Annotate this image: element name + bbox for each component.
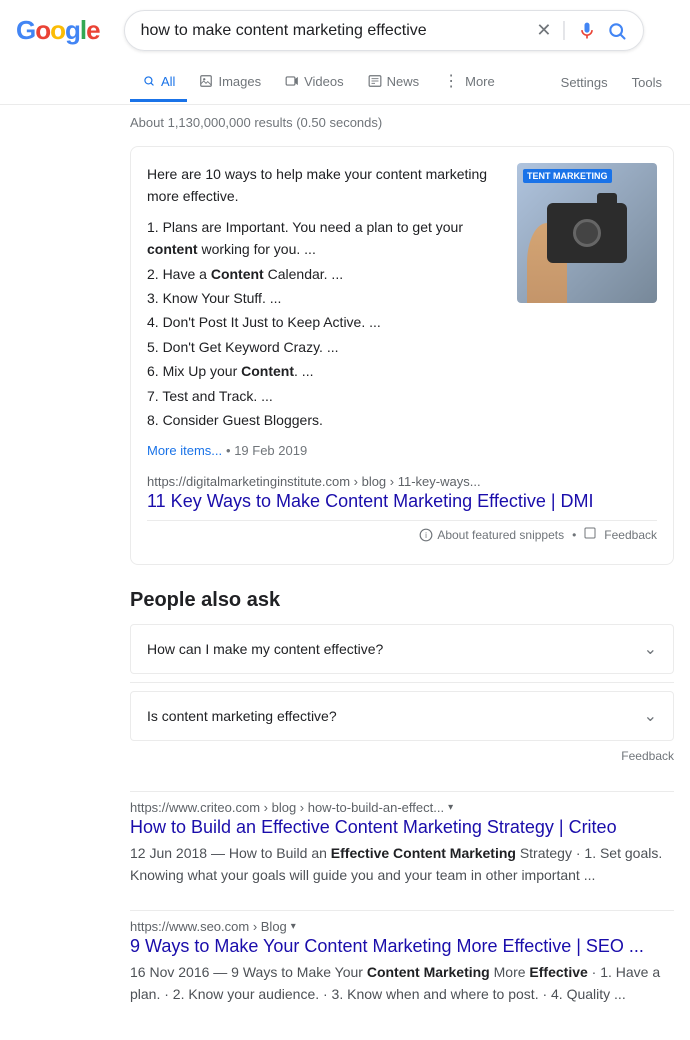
paa-question-2[interactable]: Is content marketing effective? ⌄ [131, 692, 673, 740]
list-item: 3. Know Your Stuff. ... [147, 287, 501, 309]
nav-label-more: More [465, 74, 495, 89]
settings-link[interactable]: Settings [549, 65, 620, 100]
snippet-source: https://digitalmarketinginstitute.com › … [147, 474, 657, 512]
camera-lens [573, 219, 601, 247]
search-nav: All Images Videos News ⋮ More Settings T… [0, 61, 690, 105]
url-dropdown-arrow-1[interactable]: ▾ [448, 802, 453, 813]
logo-letter-g1: G [16, 15, 35, 46]
list-item: 6. Mix Up your Content. ... [147, 360, 501, 382]
paa-question-1-text: How can I make my content effective? [147, 641, 383, 657]
tools-link[interactable]: Tools [620, 65, 674, 100]
paa-question-2-text: Is content marketing effective? [147, 708, 337, 724]
nav-item-news[interactable]: News [356, 64, 432, 102]
images-icon [199, 74, 213, 88]
feedback-icon [584, 527, 596, 542]
paa-divider [130, 682, 674, 683]
videos-icon [285, 74, 299, 88]
url-dropdown-arrow-2[interactable]: ▾ [291, 921, 296, 932]
svg-text:i: i [425, 531, 427, 540]
search-icons: ✕ | [536, 19, 626, 42]
more-items-link[interactable]: More items... [147, 443, 222, 458]
nav-item-more[interactable]: ⋮ More [431, 61, 507, 104]
featured-result-title[interactable]: 11 Key Ways to Make Content Marketing Ef… [147, 491, 657, 512]
search-input[interactable] [141, 22, 529, 40]
search-result-2: https://www.seo.com › Blog ▾ 9 Ways to M… [130, 919, 674, 1005]
nav-label-images: Images [218, 74, 261, 89]
paa-chevron-2: ⌄ [644, 706, 657, 726]
result-title-2[interactable]: 9 Ways to Make Your Content Marketing Mo… [130, 936, 674, 957]
search-result-1: https://www.criteo.com › blog › how-to-b… [130, 800, 674, 886]
list-item: 4. Don't Post It Just to Keep Active. ..… [147, 311, 501, 333]
list-item: 2. Have a Content Calendar. ... [147, 263, 501, 285]
search-bar[interactable]: ✕ | [124, 10, 644, 51]
paa-item-1: How can I make my content effective? ⌄ [130, 624, 674, 674]
info-icon: i [419, 528, 433, 542]
list-item: 5. Don't Get Keyword Crazy. ... [147, 336, 501, 358]
more-dots-icon: ⋮ [443, 71, 460, 91]
result-description-2: 16 Nov 2016 — 9 Ways to Make Your Conten… [130, 961, 674, 1005]
snippet-footer-line: More items... • 19 Feb 2019 [147, 439, 501, 462]
header: Google ✕ | [0, 0, 690, 61]
nav-label-news: News [387, 74, 420, 89]
paa-question-1[interactable]: How can I make my content effective? ⌄ [131, 625, 673, 673]
divider-line: | [561, 19, 566, 42]
list-item: 1. Plans are Important. You need a plan … [147, 216, 501, 261]
dot-separator: • [572, 528, 576, 542]
snippet-list: 1. Plans are Important. You need a plan … [147, 216, 501, 432]
about-snippets-link[interactable]: i About featured snippets [419, 528, 564, 542]
results-count: About 1,130,000,000 results (0.50 second… [130, 115, 674, 130]
paa-item-2: Is content marketing effective? ⌄ [130, 691, 674, 741]
logo-letter-o2: o [50, 15, 65, 46]
nav-label-all: All [161, 74, 175, 89]
nav-right: Settings Tools [549, 65, 674, 100]
featured-feedback-link[interactable]: Feedback [604, 528, 657, 542]
list-item: 7. Test and Track. ... [147, 385, 501, 407]
mic-icon[interactable] [577, 21, 597, 41]
nav-item-all[interactable]: All [130, 64, 187, 102]
source-url: https://digitalmarketinginstitute.com › … [147, 474, 657, 489]
logo-letter-g2: g [65, 15, 80, 46]
featured-snippet-content: Here are 10 ways to help make your conte… [147, 163, 657, 462]
news-icon [368, 74, 382, 88]
google-logo: Google [16, 15, 100, 46]
search-submit-icon[interactable] [607, 21, 627, 41]
paa-feedback[interactable]: Feedback [130, 745, 674, 767]
nav-label-videos: Videos [304, 74, 344, 89]
url-text-2: https://www.seo.com › Blog [130, 919, 287, 934]
paa-chevron-1: ⌄ [644, 639, 657, 659]
featured-snippet-box: Here are 10 ways to help make your conte… [130, 146, 674, 565]
result-url-1: https://www.criteo.com › blog › how-to-b… [130, 800, 674, 815]
people-also-ask-section: People also ask How can I make my conten… [130, 589, 674, 767]
snippet-date: • 19 Feb 2019 [226, 443, 307, 458]
logo-letter-o1: o [35, 15, 50, 46]
result-divider [130, 910, 674, 911]
snippet-text: Here are 10 ways to help make your conte… [147, 163, 501, 462]
paa-title: People also ask [130, 589, 674, 612]
section-divider [130, 791, 674, 792]
snippet-image: TENT MARKETING [517, 163, 657, 303]
result-title-1[interactable]: How to Build an Effective Content Market… [130, 817, 674, 838]
search-small-icon [142, 74, 156, 88]
result-url-2: https://www.seo.com › Blog ▾ [130, 919, 674, 934]
camera-body [547, 203, 627, 263]
nav-item-videos[interactable]: Videos [273, 64, 356, 102]
featured-footer: i About featured snippets • Feedback [147, 520, 657, 548]
snippet-intro: Here are 10 ways to help make your conte… [147, 163, 501, 208]
url-text-1: https://www.criteo.com › blog › how-to-b… [130, 800, 444, 815]
nav-item-images[interactable]: Images [187, 64, 273, 102]
logo-letter-e: e [86, 15, 99, 46]
clear-icon[interactable]: ✕ [536, 20, 551, 41]
feedback-square-icon [584, 527, 596, 539]
result-description-1: 12 Jun 2018 — How to Build an Effective … [130, 842, 674, 886]
list-item: 8. Consider Guest Bloggers. [147, 409, 501, 431]
main-content: About 1,130,000,000 results (0.50 second… [0, 105, 690, 1040]
